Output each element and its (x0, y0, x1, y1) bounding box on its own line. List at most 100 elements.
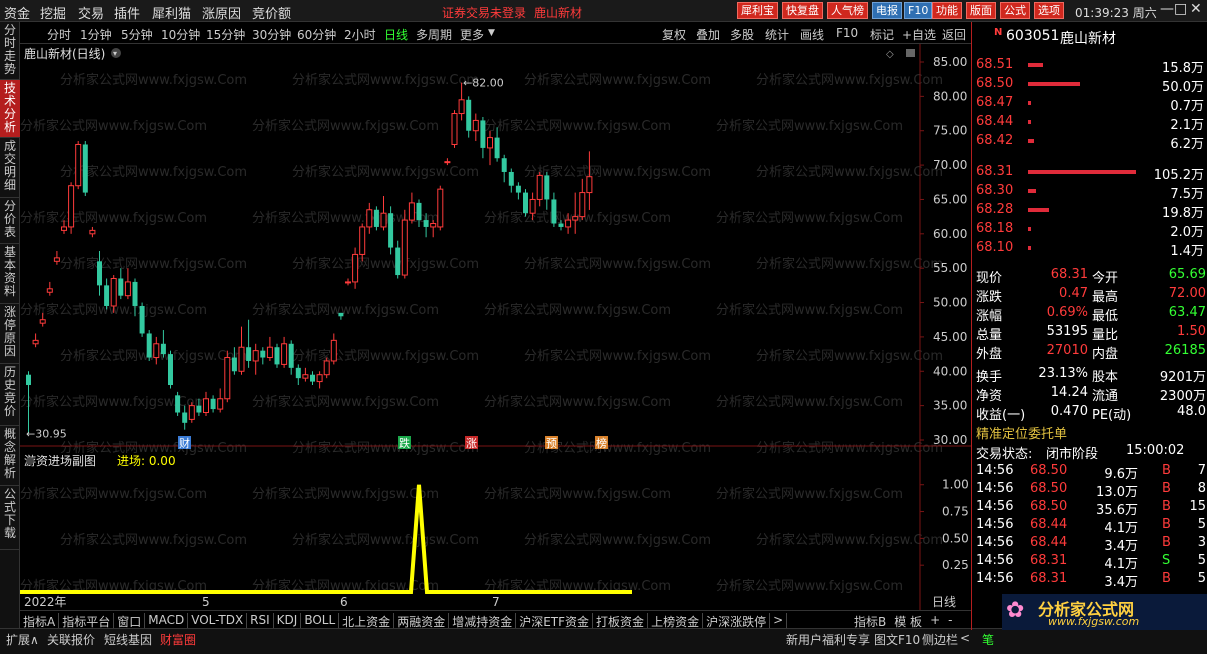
trade-row[interactable]: 14:56 68.44 4.1万 B 5 (972, 516, 1207, 536)
candle[interactable] (168, 350, 173, 389)
event-marker[interactable]: 跌 (398, 436, 411, 450)
menu-limit-reason[interactable]: 涨原因 (202, 3, 241, 22)
period-more[interactable]: 更多 (460, 26, 484, 43)
candle[interactable] (75, 141, 82, 190)
trade-row[interactable]: 14:56 68.31 3.4万 B 5 (972, 570, 1207, 590)
note-button[interactable]: 笔 (982, 631, 994, 648)
ask-row[interactable]: 68.44 2.1万 (972, 113, 1207, 133)
candle[interactable] (224, 350, 231, 403)
candle[interactable] (330, 333, 337, 365)
period-2h[interactable]: 2小时 (344, 26, 376, 43)
candle[interactable] (188, 402, 195, 423)
trade-row[interactable]: 14:56 68.50 9.6万 B 7 (972, 462, 1207, 482)
candle[interactable] (46, 281, 53, 296)
tool-draw-line[interactable]: 画线 (800, 26, 824, 43)
candle[interactable] (451, 110, 458, 148)
wealth-circle-button[interactable]: 财富圈 (160, 631, 196, 648)
candle[interactable] (246, 319, 252, 368)
trade-row[interactable]: 14:56 68.50 13.0万 B 8 (972, 480, 1207, 500)
side-tab-auction-history[interactable]: 历史竞价 (0, 364, 20, 426)
candle[interactable] (388, 206, 394, 255)
close-icon[interactable]: ✕ (1190, 1, 1202, 17)
tool-options-button[interactable]: 选项 (1034, 2, 1064, 19)
bid-row[interactable]: 68.10 1.4万 (972, 239, 1207, 259)
tool-mark[interactable]: 标记 (870, 26, 894, 43)
ask-row[interactable]: 68.42 6.2万 (972, 132, 1207, 152)
candle[interactable] (338, 312, 344, 320)
period-1min[interactable]: 1分钟 (80, 26, 112, 43)
tool-formula-button[interactable]: 公式 (1000, 2, 1030, 19)
candle[interactable] (252, 343, 259, 375)
candle[interactable] (274, 343, 280, 368)
tool-overlay[interactable]: 叠加 (696, 26, 720, 43)
candle[interactable] (536, 171, 543, 207)
event-marker[interactable]: 榜 (595, 436, 608, 450)
tool-function-button[interactable]: 功能 (932, 2, 962, 19)
menu-funds[interactable]: 资金 (4, 3, 30, 22)
period-30min[interactable]: 30分钟 (252, 26, 291, 43)
period-15min[interactable]: 15分钟 (206, 26, 245, 43)
candle[interactable] (175, 391, 181, 416)
ask-row[interactable]: 68.51 15.8万 (972, 56, 1207, 76)
candle[interactable] (380, 196, 387, 231)
side-tab-profile[interactable]: 基本资料 (0, 244, 20, 304)
candle[interactable] (266, 336, 273, 361)
event-marker[interactable]: 财 (178, 436, 191, 450)
diamond-icon[interactable]: ◇ (886, 49, 894, 60)
candle[interactable] (508, 168, 514, 193)
candle[interactable] (408, 192, 415, 224)
tool-f10-button[interactable]: F10 (904, 2, 933, 19)
candle[interactable] (480, 116, 486, 159)
chevron-down-icon[interactable]: ▾ (113, 49, 117, 58)
tool-multi-stock[interactable]: 多股 (730, 26, 754, 43)
side-tab-technical[interactable]: 技术分析 (0, 80, 20, 138)
candle[interactable] (118, 268, 124, 300)
expand-button[interactable]: 扩展∧ (6, 631, 39, 648)
new-user-welfare-link[interactable]: 新用户福利专享 (786, 631, 870, 648)
side-tab-deals[interactable]: 成交明细 (0, 138, 20, 198)
linked-quote-button[interactable]: 关联报价 (47, 631, 95, 648)
ask-row[interactable]: 68.47 0.7万 (972, 94, 1207, 114)
maximize-icon[interactable]: □ (1174, 1, 1187, 17)
tool-xilibao-button[interactable]: 犀利宝 (737, 2, 778, 19)
candle[interactable] (401, 209, 408, 279)
candle[interactable] (437, 185, 444, 231)
period-60min[interactable]: 60分钟 (297, 26, 336, 43)
f10-graphic-link[interactable]: 图文F10 (874, 631, 920, 648)
candle[interactable] (586, 151, 593, 210)
candle[interactable] (472, 113, 479, 142)
tool-rights[interactable]: 复权 (662, 26, 686, 43)
bid-row[interactable]: 68.31 105.2万 (972, 163, 1207, 183)
trade-row[interactable]: 14:56 68.50 35.6万 B 15 (972, 498, 1207, 518)
bid-row[interactable]: 68.28 19.8万 (972, 201, 1207, 221)
period-10min[interactable]: 10分钟 (161, 26, 200, 43)
chart-area[interactable]: 分析家公式网www.fxjgsw.Com 分析家公式网www.fxjgsw.Com… (20, 44, 971, 610)
trade-row[interactable]: 14:56 68.31 4.1万 S 5 (972, 552, 1207, 572)
candle[interactable] (217, 388, 224, 413)
candle[interactable] (523, 189, 528, 217)
candle[interactable] (501, 154, 507, 183)
minimize-icon[interactable]: — (1160, 1, 1174, 17)
candle[interactable] (210, 395, 216, 413)
candle[interactable] (82, 141, 88, 197)
candle[interactable] (302, 367, 309, 382)
candle[interactable] (515, 182, 521, 200)
event-marker[interactable]: 预 (545, 436, 558, 450)
candle[interactable] (32, 333, 39, 348)
candle[interactable] (260, 347, 266, 365)
side-tab-limit-reason[interactable]: 涨停原因 (0, 304, 20, 364)
period-timeshare[interactable]: 分时 (47, 26, 71, 43)
candle[interactable] (373, 206, 379, 231)
candle[interactable] (68, 182, 75, 234)
candle[interactable] (295, 364, 301, 386)
menu-trade[interactable]: 交易 (78, 3, 104, 22)
tool-popularity-button[interactable]: 人气榜 (827, 2, 868, 19)
candle[interactable] (89, 226, 96, 238)
menu-xilimao[interactable]: 犀利猫 (152, 3, 191, 22)
trade-row[interactable]: 14:56 68.44 3.4万 B 3 (972, 534, 1207, 554)
bid-row[interactable]: 68.30 7.5万 (972, 182, 1207, 202)
candle[interactable] (395, 240, 401, 279)
login-status[interactable]: 证券交易未登录 (442, 4, 526, 21)
candle[interactable] (238, 326, 245, 375)
side-tab-timeshare[interactable]: 分时走势 (0, 22, 20, 80)
